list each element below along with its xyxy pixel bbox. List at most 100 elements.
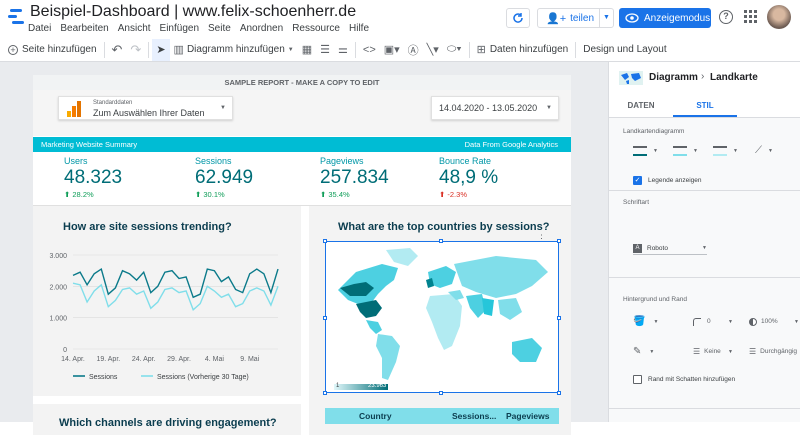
kpi-label: Users [64, 156, 88, 166]
line-weight-icon: ☰ [693, 347, 701, 356]
map-resize-handle[interactable] [557, 391, 561, 395]
apps-grid-icon[interactable] [744, 10, 757, 23]
menu-item-einfuegen[interactable]: Einfügen [160, 23, 199, 37]
shadow-checkbox-row[interactable]: Rand mit Schatten hinzufügen [633, 373, 735, 386]
kpi-delta: 35.4% [328, 190, 350, 199]
data-source-label: Standarddaten [93, 100, 133, 106]
border-color-picker[interactable]: ✎ ▼ [633, 345, 654, 358]
date-range-control[interactable]: 14.04.2020 - 13.05.2020 ▼ [431, 96, 559, 120]
share-dropdown-icon[interactable]: ▼ [599, 9, 613, 27]
menu-item-seite[interactable]: Seite [208, 23, 231, 37]
add-data-label: Daten hinzufügen [489, 44, 569, 55]
y-tick-label: 2.000 [49, 284, 67, 291]
chevron-down-icon: ▼ [693, 147, 698, 154]
fill-color-picker[interactable]: ▼ [633, 144, 658, 157]
border-radius-select[interactable]: 0 ▼ [693, 315, 733, 328]
menu-item-hilfe[interactable]: Hilfe [349, 23, 369, 37]
kpi-users[interactable]: Users 48.323 ⬆ 28.2% [64, 152, 122, 199]
kpi-scorecards: Users 48.323 ⬆ 28.2% Sessions 62.949 ⬆ 3… [33, 152, 571, 206]
kpi-sessions[interactable]: Sessions 62.949 ⬆ 30.1% [195, 152, 253, 199]
embed-code-icon[interactable]: <> [359, 39, 380, 61]
tab-data[interactable]: DATEN [609, 94, 673, 117]
col-sessions[interactable]: Sessions... [452, 411, 496, 421]
map-legend-min: 1 [336, 383, 340, 389]
map-resize-handle[interactable] [439, 239, 443, 243]
chevron-down-icon: ▼ [733, 147, 738, 154]
checkbox-checked-icon[interactable]: ✓ [633, 176, 642, 185]
text-icon[interactable]: Ⓐ [404, 39, 423, 61]
help-icon[interactable]: ? [719, 10, 733, 24]
shape-icon[interactable]: ⬭▾ [443, 39, 466, 61]
legend-label: Sessions [89, 374, 118, 381]
menu-item-datei[interactable]: Datei [28, 23, 51, 37]
menu-item-bearbeiten[interactable]: Bearbeiten [60, 23, 108, 37]
x-tick-label: 14. Apr. [61, 356, 85, 363]
map-resize-handle[interactable] [323, 316, 327, 320]
font-family-select[interactable]: A Roboto ▼ [633, 242, 707, 255]
add-data-button[interactable]: ⊞ Daten hinzufügen [473, 39, 573, 61]
mid-color-picker[interactable]: ▼ [673, 144, 698, 157]
date-range-control-icon[interactable]: ▦ [298, 39, 316, 61]
background-color-picker[interactable]: 🪣 ▼ [633, 315, 658, 328]
line-icon[interactable]: ╲▾ [423, 39, 443, 61]
map-chart-section-label: Landkartendiagramm [623, 128, 685, 135]
sessions-line-chart[interactable]: 3.000 2.000 1.000 0 14. Apr. 19. Apr. 24. Apr.… [33, 240, 301, 396]
view-mode-label: Anzeigemodus [644, 12, 711, 24]
data-control-icon[interactable]: ⚌ [334, 39, 352, 61]
corner-radius-icon [693, 317, 701, 326]
breadcrumb-chart[interactable]: Diagramm [649, 72, 698, 83]
col-country[interactable]: Country [359, 411, 392, 421]
map-title: What are the top countries by sessions? [338, 221, 550, 233]
report-page[interactable]: SAMPLE REPORT - MAKE A COPY TO EDIT Stan… [33, 75, 571, 435]
menu-item-anordnen[interactable]: Anordnen [240, 23, 283, 37]
undo-icon[interactable]: ↶ [108, 39, 127, 61]
kpi-pageviews[interactable]: Pageviews 257.834 ⬆ 35.4% [320, 152, 389, 199]
kpi-bounce-rate[interactable]: Bounce Rate 48,9 % ⬆ -2.3% [439, 152, 498, 199]
redo-icon[interactable]: ↷ [126, 39, 145, 61]
report-canvas[interactable]: SAMPLE REPORT - MAKE A COPY TO EDIT Stan… [0, 62, 608, 435]
datastudio-logo-icon[interactable] [8, 9, 24, 27]
tab-style[interactable]: STIL [673, 94, 737, 117]
x-tick-label: 19. Apr. [96, 356, 120, 363]
share-button[interactable]: 👤+ teilen ▼ [537, 8, 614, 28]
line-style-icon: ☰ [749, 347, 757, 356]
select-pointer-icon[interactable]: ➤ [152, 38, 170, 61]
map-resize-handle[interactable] [557, 239, 561, 243]
filter-control-icon[interactable]: ☰ [316, 39, 334, 61]
design-layout-button[interactable]: Design und Layout [579, 39, 670, 61]
channels-card[interactable]: Which channels are driving engagement? [33, 404, 301, 435]
arrow-up-icon: ⬆ [320, 190, 327, 199]
report-name[interactable]: Beispiel-Dashboard | www.felix-schoenher… [30, 3, 356, 21]
menu-item-ansicht[interactable]: Ansicht [118, 23, 151, 37]
add-chart-button[interactable]: ▥ Diagramm hinzufügen ▼ [170, 39, 298, 61]
refresh-button[interactable] [506, 8, 530, 28]
add-page-button[interactable]: + Seite hinzufügen [4, 39, 101, 61]
geo-map-icon [619, 71, 643, 85]
summary-banner: Marketing Website Summary Data From Goog… [33, 137, 571, 152]
menu-bar: Datei Bearbeiten Ansicht Einfügen Seite … [28, 23, 369, 37]
view-mode-button[interactable]: Anzeigemodus [619, 8, 711, 28]
avatar[interactable] [767, 5, 791, 29]
sessions-trend-card[interactable]: How are site sessions trending? 3.000 2.0… [33, 206, 301, 396]
border-style-select[interactable]: ☰ Durchgängig [749, 345, 799, 358]
kpi-label: Sessions [195, 156, 232, 166]
border-weight-select[interactable]: ☰ Keine ▼ [693, 345, 733, 358]
map-resize-handle[interactable] [439, 391, 443, 395]
col-pageviews[interactable]: Pageviews [506, 411, 549, 421]
chevron-down-icon: ▼ [728, 318, 733, 325]
map-resize-handle[interactable] [323, 391, 327, 395]
checkbox-unchecked-icon[interactable] [633, 375, 642, 384]
legend-label: Sessions (Vorherige 30 Tage) [157, 374, 249, 381]
no-data-color-picker[interactable]: ⟋ ▼ [755, 144, 773, 157]
opacity-select[interactable]: 100% ▼ [749, 315, 799, 328]
geo-map-chart[interactable]: 1 23.963 [325, 241, 559, 393]
menu-item-ressource[interactable]: Ressource [292, 23, 340, 37]
image-icon[interactable]: ▣▾ [380, 39, 404, 61]
toolbar-divider [468, 41, 470, 58]
data-source-control[interactable]: Standarddaten Zum Auswählen Ihrer Daten … [58, 96, 233, 120]
map-resize-handle[interactable] [557, 316, 561, 320]
map-resize-handle[interactable] [323, 239, 327, 243]
show-legend-checkbox-row[interactable]: ✓ Legende anzeigen [633, 174, 702, 187]
top-countries-card[interactable]: What are the top countries by sessions? … [309, 206, 571, 435]
min-color-picker[interactable]: ▼ [713, 144, 738, 157]
